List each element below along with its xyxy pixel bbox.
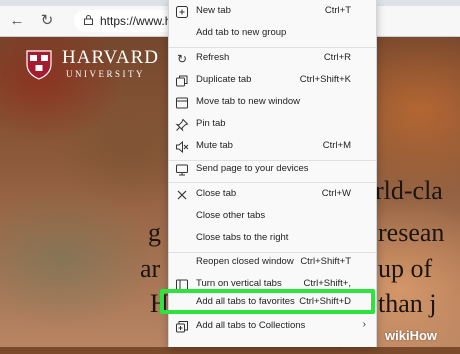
menu-item-close-tabs-right[interactable]: Close tabs to the right (169, 228, 376, 250)
menu-item-label: Turn on vertical tabs (196, 278, 282, 289)
menu-item-shortcut: Ctrl+M (322, 140, 351, 151)
hero-text-line: resean (378, 218, 445, 247)
menu-item-move-tab-to-new-window[interactable]: Move tab to new window (169, 92, 376, 114)
menu-item-label: Duplicate tab (196, 74, 252, 85)
menu-item-pin-tab[interactable]: Pin tab (169, 114, 376, 136)
brand-subtitle: UNIVERSITY (66, 69, 145, 79)
menu-item-label: Reopen closed window (196, 256, 294, 267)
menu-item-send-page[interactable]: Send page to your devices (169, 159, 376, 181)
menu-item-label: Refresh (196, 52, 230, 63)
menu-item-shortcut: Ctrl+Shift+T (300, 256, 351, 267)
menu-item-reopen-closed-window[interactable]: Reopen closed window Ctrl+Shift+T (169, 252, 376, 274)
menu-item-add-all-tabs-to-collections[interactable]: Add all tabs to Collections › (169, 316, 376, 338)
menu-item-close-tab[interactable]: Close tab Ctrl+W (169, 184, 376, 206)
move-window-icon (175, 96, 189, 110)
menu-item-add-tab-to-new-group[interactable]: Add tab to new group (169, 23, 376, 45)
new-tab-icon (175, 5, 189, 19)
hero-text-line: ar (140, 254, 161, 283)
hero-text-line: rld-cla (375, 176, 443, 205)
close-icon (175, 188, 189, 202)
menu-item-label: Close tabs to the right (196, 232, 289, 243)
harvard-shield-logo (26, 50, 52, 80)
chevron-right-icon: › (362, 319, 366, 330)
hero-text-line: g (148, 218, 161, 247)
hero-text-line: up of (378, 254, 433, 283)
collections-icon (175, 320, 189, 334)
menu-item-new-tab[interactable]: New tab Ctrl+T (169, 1, 376, 23)
pin-icon (175, 118, 189, 132)
menu-item-label: New tab (196, 5, 231, 16)
menu-item-label: Move tab to new window (196, 96, 301, 107)
menu-item-mute-tab[interactable]: Mute tab Ctrl+M (169, 136, 376, 158)
refresh-icon: ↻ (176, 52, 188, 66)
duplicate-tab-icon (175, 74, 189, 88)
menu-item-refresh[interactable]: ↻ Refresh Ctrl+R (169, 48, 376, 70)
menu-item-shortcut: Ctrl+Shift+K (299, 74, 351, 85)
menu-item-label: Add all tabs to Collections (196, 320, 306, 331)
menu-item-duplicate-tab[interactable]: Duplicate tab Ctrl+Shift+K (169, 70, 376, 92)
menu-divider (169, 182, 376, 183)
brand-name: HARVARD (62, 47, 159, 68)
menu-item-shortcut: Ctrl+R (323, 52, 351, 63)
wikihow-watermark: wikiHow (385, 328, 438, 343)
menu-item-label: Send page to your devices (196, 163, 309, 174)
mute-icon (175, 140, 189, 154)
menu-item-label: Pin tab (196, 118, 226, 129)
lock-icon (84, 15, 93, 25)
hero-text-line: than j (378, 289, 437, 318)
send-device-icon (175, 163, 189, 177)
menu-item-label: Close other tabs (196, 210, 266, 221)
menu-item-shortcut: Ctrl+W (321, 188, 351, 199)
menu-item-shortcut: Ctrl+T (324, 5, 351, 16)
menu-item-label: Close tab (196, 188, 237, 199)
back-arrow-icon[interactable]: ← (8, 12, 26, 30)
menu-item-shortcut: Ctrl+Shift+, (303, 278, 351, 289)
menu-item-label: Add tab to new group (196, 27, 287, 38)
refresh-icon[interactable]: ↻ (38, 12, 56, 30)
highlight-box (160, 289, 375, 314)
menu-item-label: Mute tab (196, 140, 233, 151)
menu-item-close-other-tabs[interactable]: Close other tabs (169, 206, 376, 228)
harvard-wordmark[interactable]: HARVARD UNIVERSITY (62, 48, 159, 80)
